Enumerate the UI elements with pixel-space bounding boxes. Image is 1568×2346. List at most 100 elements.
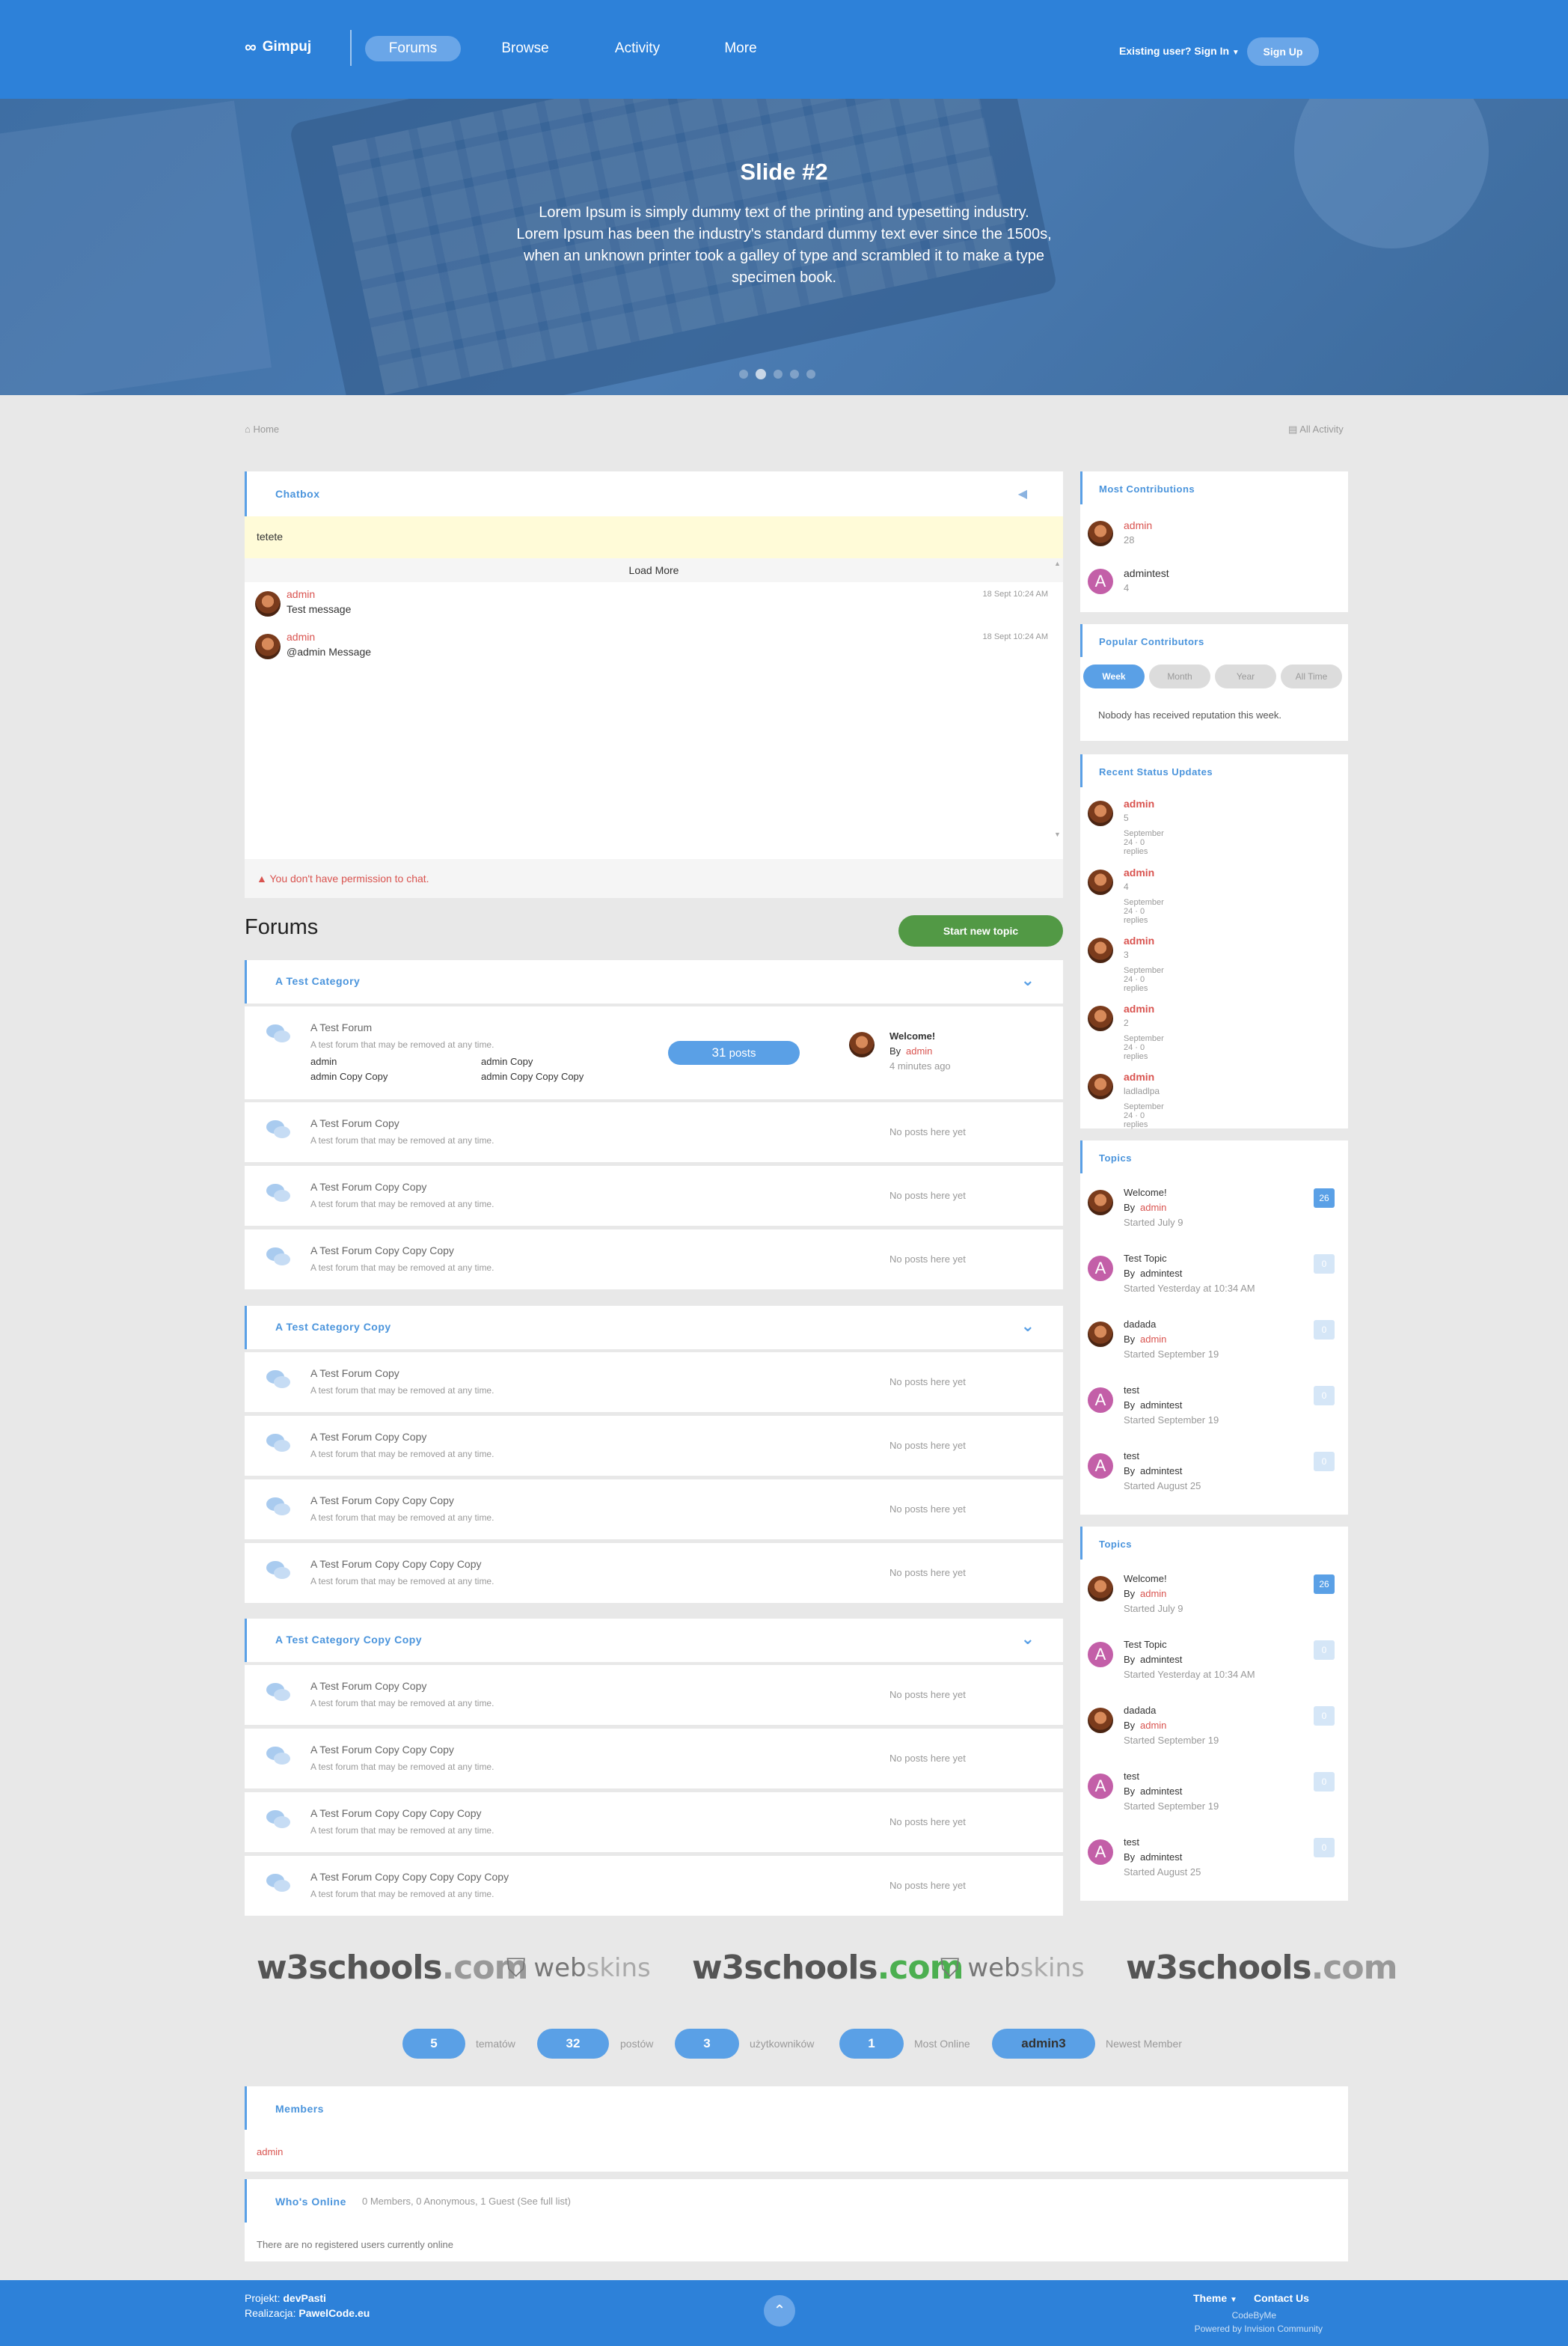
avatar[interactable] [849, 1032, 875, 1057]
avatar[interactable]: A [1088, 1453, 1113, 1479]
status-author[interactable]: admin [1124, 935, 1154, 947]
forum-row[interactable]: A Test Forum Copy Copy A test forum that… [245, 1166, 1063, 1226]
avatar[interactable] [1088, 938, 1113, 963]
slider-dot[interactable] [790, 370, 799, 379]
topic-title[interactable]: test [1124, 1384, 1139, 1396]
member-link[interactable]: admin [257, 2146, 283, 2157]
start-new-topic-button[interactable]: Start new topic [898, 915, 1063, 947]
avatar[interactable] [1088, 1074, 1113, 1099]
avatar[interactable]: A [1088, 569, 1113, 594]
category-title[interactable]: A Test Category Copy Copy [275, 1634, 422, 1646]
message-author[interactable]: admin [287, 631, 315, 643]
contributor-name[interactable]: admintest [1124, 567, 1169, 579]
topic-title[interactable]: dadada [1124, 1705, 1156, 1716]
forum-row[interactable]: A Test Forum Copy Copy Copy A test forum… [245, 1479, 1063, 1539]
topic-author[interactable]: admintest [1140, 1786, 1182, 1797]
scroll-top-button[interactable]: ⌃ [764, 2295, 795, 2327]
avatar[interactable] [1088, 1708, 1113, 1733]
topic-title[interactable]: dadada [1124, 1319, 1156, 1330]
footer-value[interactable]: PawelCode.eu [298, 2307, 370, 2319]
load-more-button[interactable]: Load More [245, 560, 1063, 581]
powered-by-link[interactable]: Powered by Invision Community [1122, 2324, 1323, 2334]
avatar[interactable]: A [1088, 1642, 1113, 1667]
forum-name[interactable]: A Test Forum Copy Copy [310, 1680, 426, 1692]
topic-author[interactable]: admintest [1140, 1654, 1182, 1665]
topic-author[interactable]: admintest [1140, 1268, 1182, 1279]
forum-name[interactable]: A Test Forum Copy Copy Copy [310, 1494, 454, 1506]
topic-title[interactable]: test [1124, 1836, 1139, 1848]
topic-author[interactable]: admintest [1140, 1465, 1182, 1476]
avatar[interactable] [255, 591, 281, 617]
topic-item[interactable]: A test By admintest Started August 25 0 [1088, 1450, 1341, 1504]
breadcrumb[interactable]: ⌂ Home [245, 424, 279, 435]
topic-item[interactable]: A Test Topic By admintest Started Yester… [1088, 1253, 1341, 1307]
forum-row[interactable]: A Test Forum Copy Copy Copy Copy A test … [245, 1543, 1063, 1603]
all-activity-link[interactable]: ▤ All Activity [1288, 424, 1344, 436]
forum-row[interactable]: A Test Forum Copy Copy Copy A test forum… [245, 1729, 1063, 1788]
slider-dot[interactable] [774, 370, 783, 379]
avatar[interactable] [1088, 1322, 1113, 1347]
forum-name[interactable]: A Test Forum Copy Copy Copy Copy [310, 1807, 482, 1819]
sign-in-link[interactable]: Existing user? Sign In ▼ [1119, 45, 1240, 57]
sign-up-button[interactable]: Sign Up [1247, 37, 1319, 66]
avatar[interactable] [1088, 1576, 1113, 1601]
forum-name[interactable]: A Test Forum Copy Copy Copy Copy [310, 1558, 482, 1570]
chat-scroll-down[interactable]: ▼ [1054, 831, 1062, 841]
topic-item[interactable]: Welcome! By admin Started July 9 26 [1088, 1187, 1341, 1241]
topic-title[interactable]: test [1124, 1771, 1139, 1782]
forum-row[interactable]: A Test Forum Copy A test forum that may … [245, 1352, 1063, 1412]
topic-item[interactable]: dadada By admin Started September 19 0 [1088, 1319, 1341, 1372]
avatar[interactable] [1088, 1006, 1113, 1031]
forum-name[interactable]: A Test Forum Copy Copy [310, 1431, 426, 1443]
w3schools-logo[interactable]: w3schools.com [1126, 1949, 1397, 1987]
status-author[interactable]: admin [1124, 1071, 1154, 1083]
forum-name[interactable]: A Test Forum Copy [310, 1117, 399, 1129]
forum-name[interactable]: A Test Forum [310, 1021, 372, 1033]
forum-row[interactable]: A Test Forum A test forum that may be re… [245, 1006, 1063, 1099]
last-post-author[interactable]: admin [906, 1045, 932, 1057]
slider-dot[interactable] [739, 370, 748, 379]
topic-title[interactable]: Test Topic [1124, 1253, 1167, 1264]
forum-row[interactable]: A Test Forum Copy Copy A test forum that… [245, 1416, 1063, 1476]
contact-us-link[interactable]: Contact Us [1254, 2292, 1309, 2304]
topic-author[interactable]: admin [1140, 1588, 1166, 1599]
avatar[interactable]: A [1088, 1839, 1113, 1865]
forum-name[interactable]: A Test Forum Copy Copy Copy [310, 1744, 454, 1756]
webskins-logo[interactable]: ⛉ webskins [940, 1953, 1085, 1983]
theme-menu[interactable]: Theme ▼ [1193, 2292, 1237, 2304]
chat-input[interactable]: tetete [245, 516, 1063, 558]
subforum-link[interactable]: admin Copy Copy [310, 1071, 388, 1082]
topic-title[interactable]: Test Topic [1124, 1639, 1167, 1650]
topic-item[interactable]: Welcome! By admin Started July 9 26 [1088, 1573, 1341, 1627]
topic-title[interactable]: test [1124, 1450, 1139, 1461]
avatar[interactable] [1088, 521, 1113, 546]
forum-row[interactable]: A Test Forum Copy A test forum that may … [245, 1102, 1063, 1162]
avatar[interactable] [255, 634, 281, 659]
topic-item[interactable]: A test By admintest Started August 25 0 [1088, 1836, 1341, 1890]
avatar[interactable] [1088, 1190, 1113, 1215]
status-author[interactable]: admin [1124, 798, 1154, 810]
last-post-title[interactable]: Welcome! [889, 1030, 935, 1042]
chevron-down-icon[interactable]: ⌄ [1021, 1316, 1035, 1336]
topic-author[interactable]: admin [1140, 1720, 1166, 1731]
w3schools-logo[interactable]: w3schools.com [692, 1949, 964, 1987]
topic-author[interactable]: admin [1140, 1202, 1166, 1213]
category-title[interactable]: A Test Category Copy [275, 1321, 391, 1333]
topic-item[interactable]: A Test Topic By admintest Started Yester… [1088, 1639, 1341, 1693]
stat-newest-value[interactable]: admin3 [992, 2029, 1095, 2059]
topic-item[interactable]: A test By admintest Started September 19… [1088, 1384, 1341, 1438]
chevron-down-icon[interactable]: ⌄ [1021, 971, 1035, 990]
subforum-link[interactable]: admin [310, 1056, 337, 1067]
forum-name[interactable]: A Test Forum Copy Copy [310, 1181, 426, 1193]
avatar[interactable]: A [1088, 1256, 1113, 1281]
nav-activity[interactable]: Activity [603, 36, 672, 61]
w3schools-logo[interactable]: w3schools.com [257, 1949, 528, 1987]
nav-more[interactable]: More [714, 36, 768, 61]
topic-item[interactable]: A test By admintest Started September 19… [1088, 1771, 1341, 1824]
speaker-icon[interactable]: ◀ [1018, 486, 1027, 501]
category-header[interactable]: A Test Category Copy Copy ⌄ [245, 1619, 1063, 1662]
category-title[interactable]: A Test Category [275, 975, 360, 987]
topic-author[interactable]: admin [1140, 1334, 1166, 1345]
forum-row[interactable]: A Test Forum Copy Copy A test forum that… [245, 1665, 1063, 1725]
chevron-down-icon[interactable]: ⌄ [1021, 1629, 1035, 1649]
